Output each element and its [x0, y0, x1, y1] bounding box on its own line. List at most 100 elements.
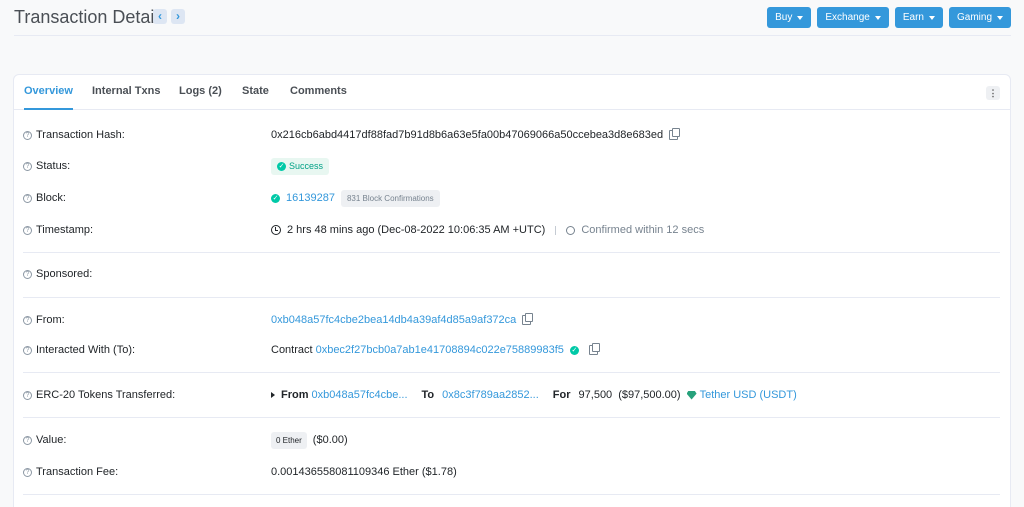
earn-button[interactable]: Earn — [894, 7, 943, 28]
tx-hash-text: 0x216cb6abd4417df88fad7b91d8b6a63e5fa00b… — [271, 129, 664, 141]
timer-icon — [566, 225, 576, 235]
erc20-value: From 0xb048a57fc4cbe... To 0x8c3f789aa28… — [271, 385, 797, 405]
erc20-from-link[interactable]: 0xb048a57fc4cbe... — [312, 389, 408, 401]
erc20-amount: 97,500 — [578, 389, 613, 401]
erc20-label: ? ERC-20 Tokens Transferred: — [23, 385, 175, 405]
row-fee: ? Transaction Fee: 0.001436558081109346 E… — [14, 462, 1010, 482]
block-label-text: Block: — [36, 192, 66, 204]
tab-logs[interactable]: Logs (2) — [179, 75, 222, 110]
block-value: ✓ 16139287 831 Block Confirmations — [271, 188, 440, 208]
timestamp-label-text: Timestamp: — [36, 224, 94, 236]
tab-overview[interactable]: Overview — [24, 75, 73, 110]
interacted-label-text: Interacted With (To): — [36, 344, 136, 356]
contract-prefix: Contract — [271, 344, 313, 356]
help-icon: ? — [23, 225, 32, 235]
status-label: ? Status: — [23, 156, 70, 176]
tx-hash-label-text: Transaction Hash: — [36, 129, 125, 141]
tx-hash-label: ? Transaction Hash: — [23, 125, 125, 145]
help-icon: ? — [23, 345, 32, 355]
from-value: 0xb048a57fc4cbe2bea14db4a39af4d85a9af372… — [271, 310, 534, 330]
row-tx-hash: ? Transaction Hash: 0x216cb6abd4417df88fa… — [14, 125, 1010, 145]
row-timestamp: ? Timestamp: 2 hrs 48 mins ago (Dec-08-20… — [14, 220, 1010, 240]
sponsored-label-text: Sponsored: — [36, 268, 93, 280]
value-label-text: Value: — [36, 434, 67, 446]
from-label-text: From: — [36, 314, 65, 326]
verified-check-icon: ✓ — [569, 345, 579, 355]
block-number-link[interactable]: 16139287 — [286, 192, 335, 204]
erc20-to-label: To — [421, 389, 435, 401]
value-value: 0 Ether ($0.00) — [271, 430, 348, 450]
exchange-label: Exchange — [825, 12, 870, 23]
from-label: ? From: — [23, 310, 65, 330]
value-label: ? Value: — [23, 430, 66, 450]
divider — [23, 372, 1000, 373]
row-status: ? Status: ✓ Success — [14, 156, 1010, 176]
timestamp-value: 2 hrs 48 mins ago (Dec-08-2022 10:06:35 … — [271, 220, 704, 240]
erc20-for-label: For — [552, 389, 571, 401]
copy-icon[interactable] — [588, 343, 600, 355]
row-from: ? From: 0xb048a57fc4cbe2bea14db4a39af4d85… — [14, 310, 1010, 330]
divider — [23, 494, 1000, 495]
interacted-value: Contract 0xbec2f27bcb0a7ab1e41708894c022… — [271, 340, 600, 360]
erc20-to-link[interactable]: 0x8c3f789aa2852... — [442, 389, 539, 401]
divider — [23, 417, 1000, 418]
help-icon: ? — [23, 130, 32, 140]
tab-internal-txns[interactable]: Internal Txns — [92, 75, 160, 110]
chevron-left-icon[interactable]: ‹ — [153, 9, 167, 24]
tx-hash-value: 0x216cb6abd4417df88fad7b91d8b6a63e5fa00b… — [271, 125, 681, 145]
erc20-label-text: ERC-20 Tokens Transferred: — [36, 389, 176, 401]
help-icon: ? — [23, 315, 32, 325]
chevron-down-icon — [797, 15, 804, 20]
tab-bar: Overview Internal Txns Logs (2) State Co… — [14, 75, 1010, 110]
divider — [23, 297, 1000, 298]
from-address-link[interactable]: 0xb048a57fc4cbe2bea14db4a39af4d85a9af372… — [271, 314, 516, 326]
more-options-icon[interactable]: ⋮ — [986, 86, 1000, 100]
interacted-label: ? Interacted With (To): — [23, 340, 135, 360]
header-divider — [14, 35, 1011, 36]
transaction-card: Overview Internal Txns Logs (2) State Co… — [13, 74, 1011, 507]
status-label-text: Status: — [36, 160, 71, 172]
token-link[interactable]: Tether USD (USDT) — [700, 389, 797, 401]
help-icon: ? — [23, 269, 32, 279]
status-value: ✓ Success — [271, 156, 330, 176]
row-value: ? Value: 0 Ether ($0.00) — [14, 430, 1010, 450]
sponsored-label: ? Sponsored: — [23, 264, 92, 284]
timestamp-text: 2 hrs 48 mins ago (Dec-08-2022 10:06:35 … — [287, 224, 546, 236]
block-label: ? Block: — [23, 188, 66, 208]
tab-state[interactable]: State — [242, 75, 269, 110]
erc20-usd: ($97,500.00) — [618, 389, 681, 401]
row-sponsored: ? Sponsored: — [14, 264, 1010, 284]
page-title: Transaction Details — [14, 7, 168, 27]
gaming-button[interactable]: Gaming — [948, 7, 1011, 28]
erc20-from-label: From — [281, 389, 309, 401]
clock-icon — [271, 225, 281, 235]
contract-address-link[interactable]: 0xbec2f27bcb0a7ab1e41708894c022e75889983… — [316, 344, 564, 356]
tab-comments[interactable]: Comments — [290, 75, 347, 110]
help-icon: ? — [23, 467, 32, 477]
check-circle-icon: ✓ — [277, 161, 286, 171]
fee-text: 0.001436558081109346 Ether ($1.78) — [271, 466, 457, 478]
row-block: ? Block: ✓ 16139287 831 Block Confirmatio… — [14, 188, 1010, 208]
chevron-right-icon[interactable]: › — [171, 9, 185, 24]
ether-badge: 0 Ether — [271, 431, 307, 449]
exchange-button[interactable]: Exchange — [817, 7, 889, 28]
nav-arrows: ‹ › — [153, 9, 185, 24]
earn-label: Earn — [902, 12, 924, 23]
block-confirmations-badge: 831 Block Confirmations — [340, 189, 440, 207]
copy-icon[interactable] — [522, 313, 534, 325]
fee-label-text: Transaction Fee: — [36, 466, 119, 478]
confirmed-text: Confirmed within 12 secs — [581, 224, 705, 236]
expand-arrow-icon[interactable] — [271, 392, 275, 398]
gaming-label: Gaming — [956, 12, 992, 23]
timestamp-label: ? Timestamp: — [23, 220, 93, 240]
row-interacted-with: ? Interacted With (To): Contract 0xbec2f2… — [14, 340, 1010, 360]
help-icon: ? — [23, 435, 32, 445]
chevron-down-icon — [928, 15, 935, 20]
check-circle-icon: ✓ — [271, 193, 280, 203]
buy-button[interactable]: Buy — [767, 7, 812, 28]
copy-icon[interactable] — [669, 128, 681, 140]
tether-icon — [686, 390, 697, 400]
top-buttons: Buy Exchange Earn Gaming — [767, 7, 1011, 28]
help-icon: ? — [23, 390, 32, 400]
divider — [23, 252, 1000, 253]
